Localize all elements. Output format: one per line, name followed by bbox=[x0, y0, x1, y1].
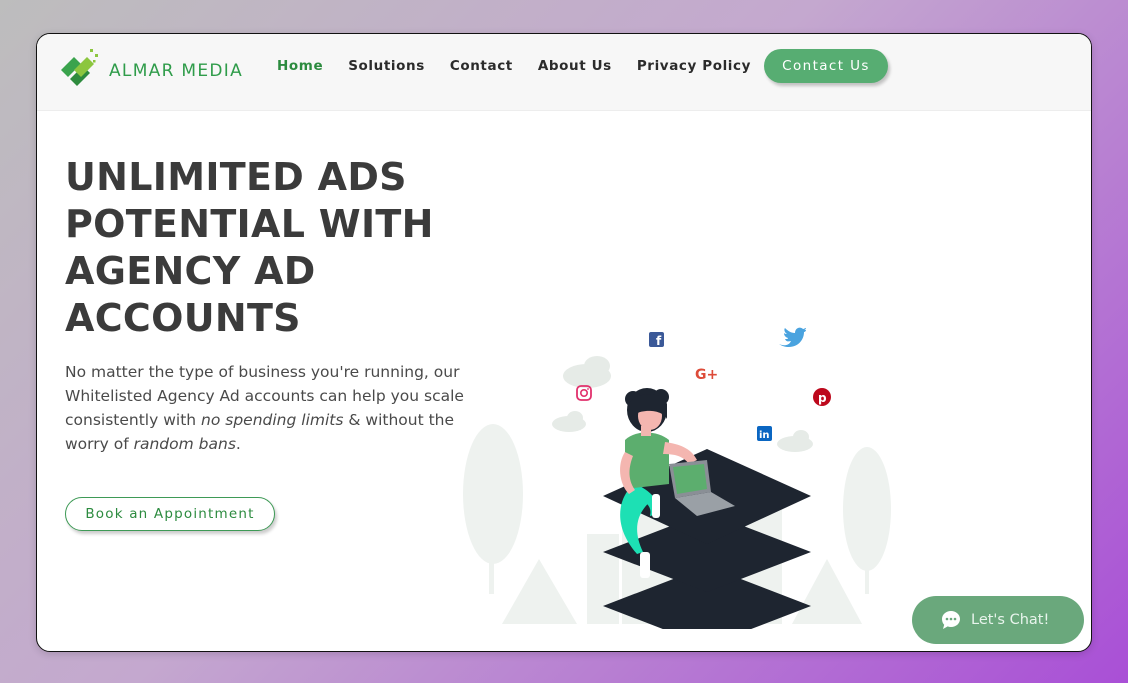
hero-emphasis-bans: random bans bbox=[133, 435, 236, 453]
linkedin-icon: in bbox=[757, 426, 772, 441]
google-plus-icon: G+ bbox=[695, 367, 718, 383]
svg-text:in: in bbox=[759, 430, 770, 441]
book-appointment-button[interactable]: Book an Appointment bbox=[65, 497, 275, 531]
chat-bubble-icon bbox=[942, 611, 960, 629]
pinterest-icon: p bbox=[813, 388, 831, 406]
hero-description: No matter the type of business you're ru… bbox=[65, 363, 464, 453]
nav-privacy-policy[interactable]: Privacy Policy bbox=[637, 58, 751, 74]
hero-emphasis-limits: no spending limits bbox=[201, 411, 344, 429]
brand-logo[interactable]: ALMAR MEDIA bbox=[57, 46, 243, 90]
hero-illustration: f G+ p in bbox=[463, 327, 891, 629]
svg-text:f: f bbox=[656, 334, 662, 348]
clouds bbox=[552, 356, 813, 452]
main-nav: Home Solutions Contact About Us Privacy … bbox=[277, 58, 776, 74]
svg-text:p: p bbox=[818, 391, 827, 405]
hero-title: UNLIMITED ADS POTENTIAL WITH AGENCY AD A… bbox=[65, 155, 434, 340]
contact-us-button[interactable]: Contact Us bbox=[764, 49, 888, 83]
facebook-icon: f bbox=[649, 332, 664, 348]
nav-contact[interactable]: Contact bbox=[450, 58, 513, 74]
lets-chat-button[interactable]: Let's Chat! bbox=[912, 596, 1084, 644]
nav-home[interactable]: Home bbox=[277, 58, 323, 74]
almar-logo-icon bbox=[61, 49, 98, 86]
brand-name: ALMAR MEDIA bbox=[109, 61, 244, 81]
site-header: ALMAR MEDIA Home Solutions Contact About… bbox=[37, 34, 1091, 111]
nav-solutions[interactable]: Solutions bbox=[348, 58, 425, 74]
chat-label: Let's Chat! bbox=[971, 612, 1050, 628]
twitter-icon bbox=[779, 327, 806, 347]
browser-page: ALMAR MEDIA Home Solutions Contact About… bbox=[36, 33, 1092, 652]
nav-about-us[interactable]: About Us bbox=[538, 58, 612, 74]
instagram-icon bbox=[576, 385, 592, 401]
